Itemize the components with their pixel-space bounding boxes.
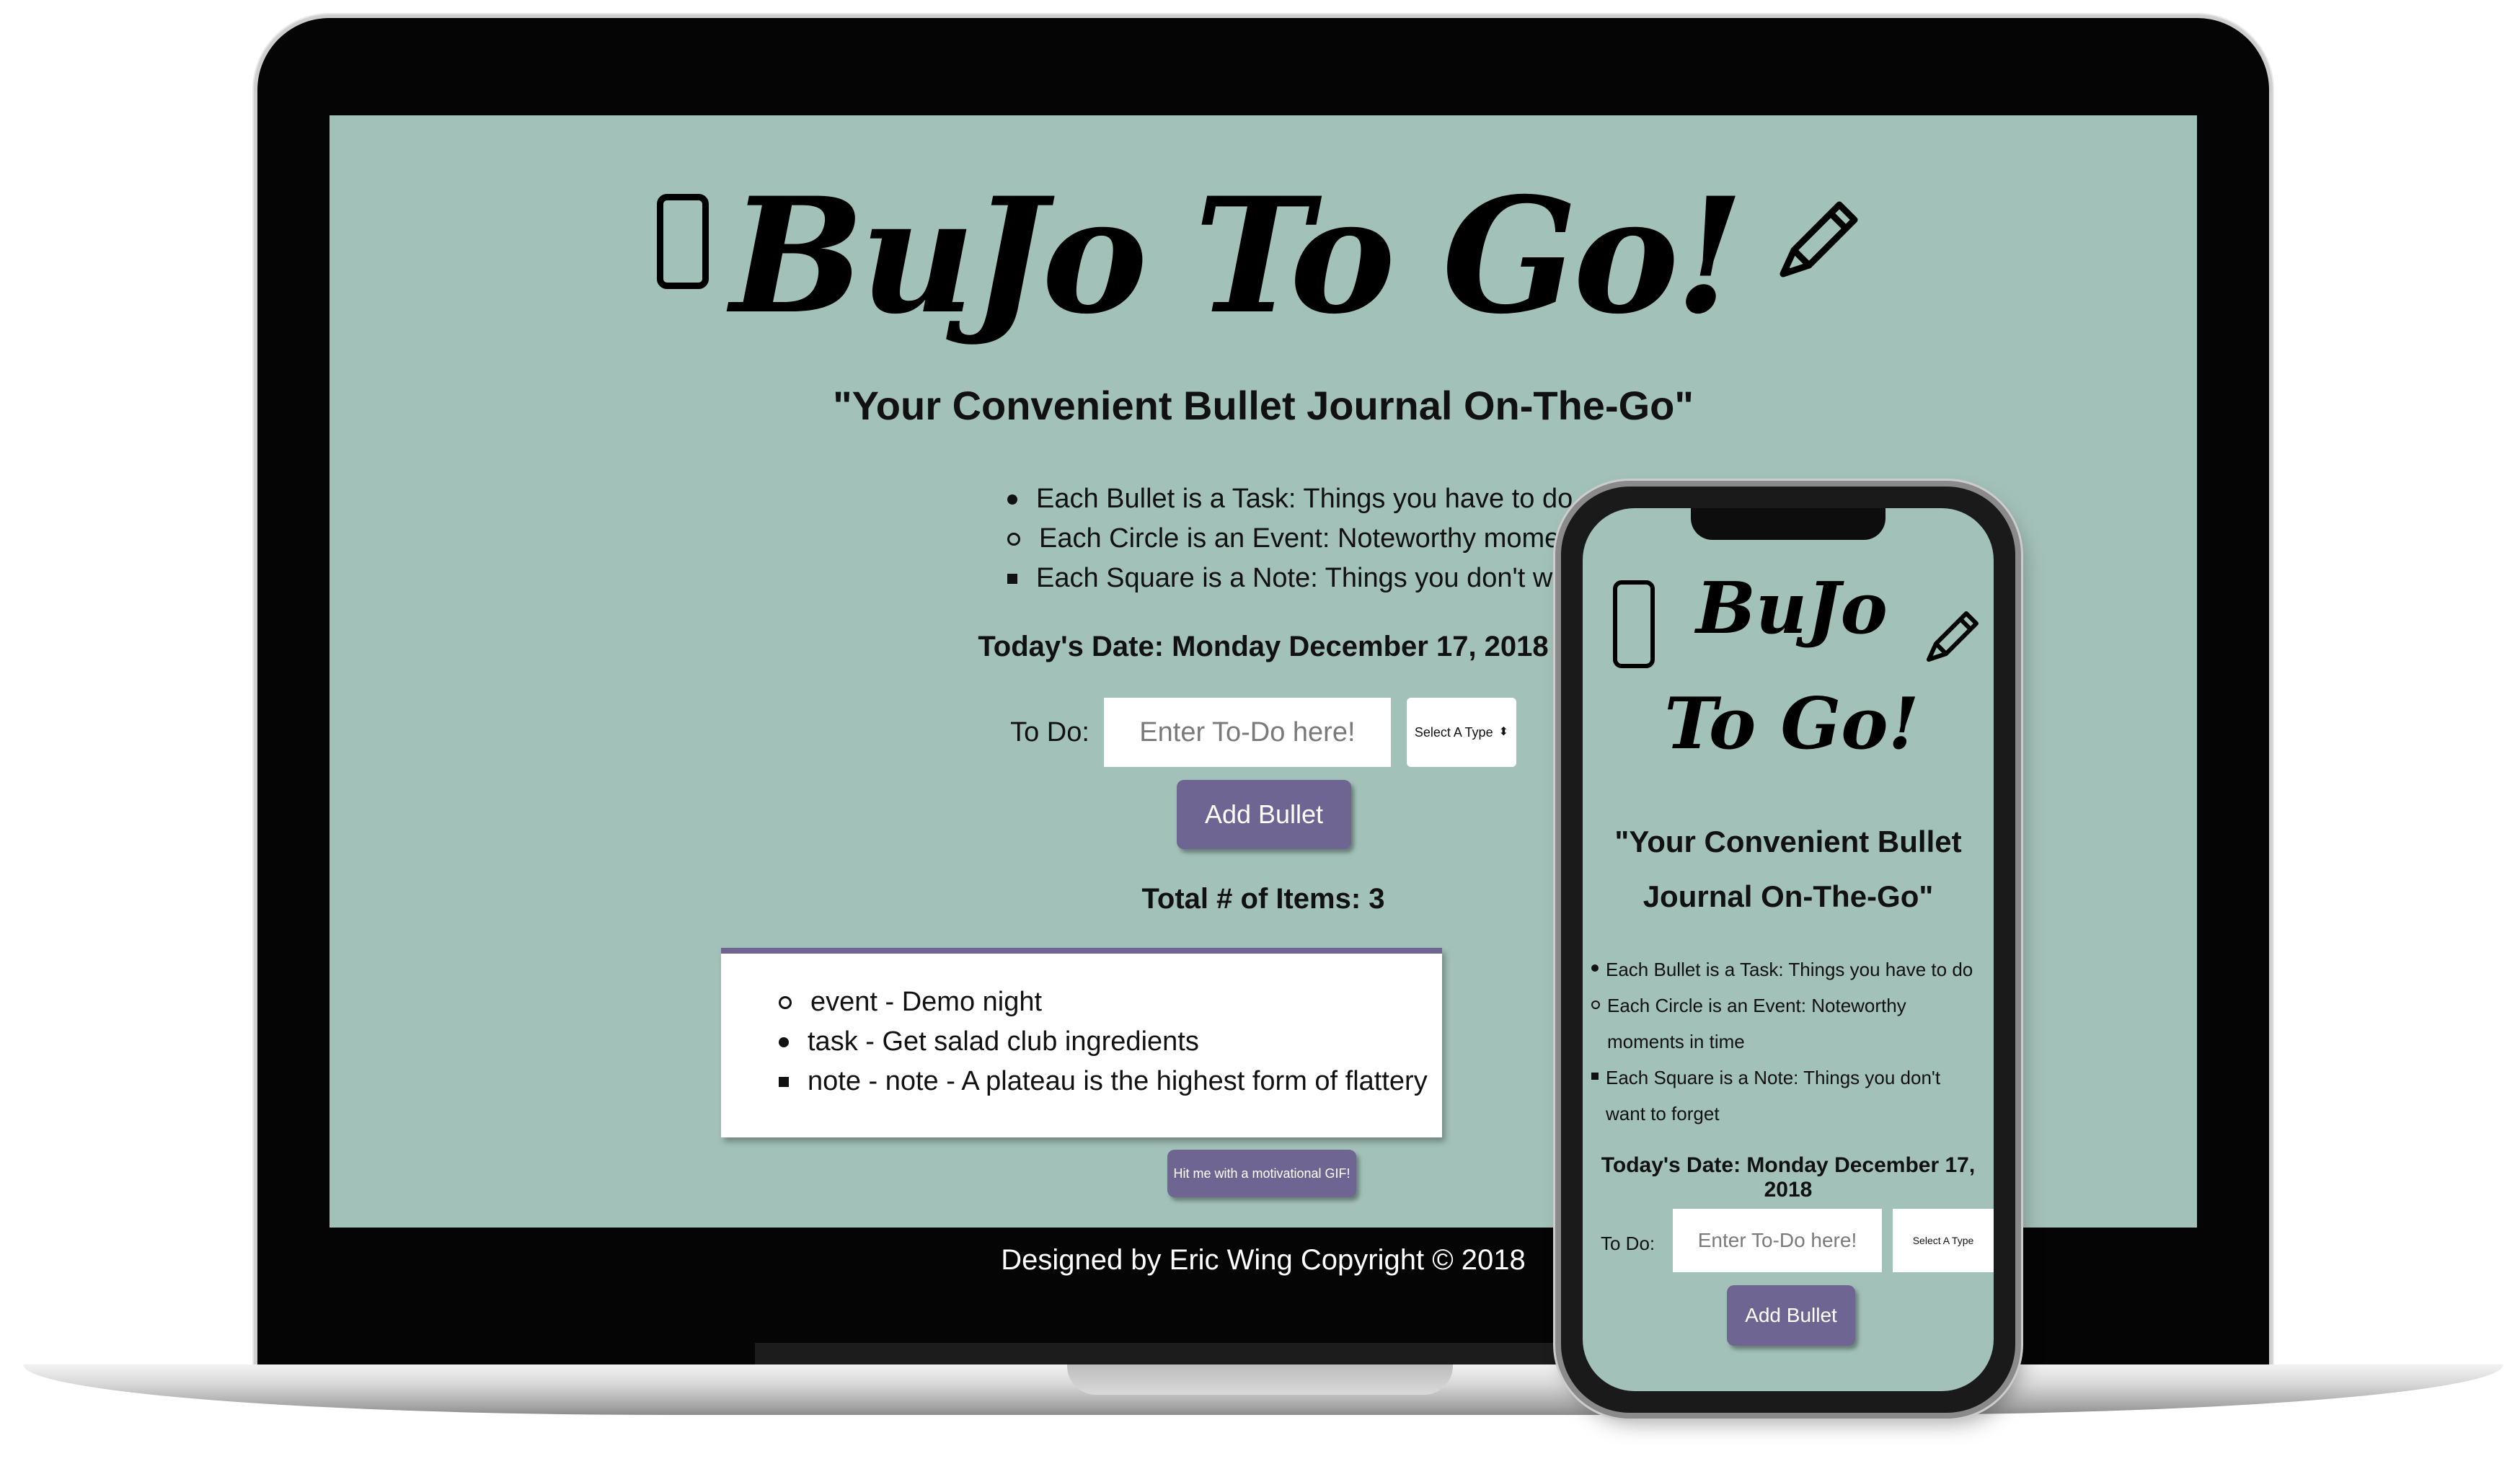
add-bullet-button[interactable]: Add Bullet (1177, 780, 1351, 849)
bullet-square-icon (1007, 573, 1017, 584)
legend-item: Each Circle is an Event: Noteworthy mome… (1591, 988, 1981, 1060)
tagline: "Your Convenient Bullet Journal On-The-G… (1614, 825, 1962, 913)
todo-label: To Do: (1601, 1233, 1655, 1254)
site-title: BuJo To Go! (1664, 567, 1919, 765)
motivational-gif-button[interactable]: Hit me with a motivational GIF! (1167, 1150, 1356, 1197)
phone-screen: BuJo To Go! "Your Convenient Bullet Jour… (1583, 508, 1994, 1391)
laptop-notch (1067, 1364, 1453, 1395)
list-item: task - Get salad club ingredients (779, 1022, 1428, 1062)
legend-item: Each Bullet is a Task: Things you have t… (1591, 951, 1981, 988)
tagline: "Your Convenient Bullet Journal On-The-G… (833, 383, 1694, 428)
mobile-phone-icon (1613, 580, 1655, 668)
bullet-legend: Each Bullet is a Task: Things you have t… (1591, 951, 1981, 1132)
bullet-disc-icon (779, 1037, 789, 1047)
bullet-square-icon (779, 1076, 789, 1087)
todays-date: Today's Date: Monday December 17, 2018 (1601, 1153, 1976, 1202)
todo-input[interactable] (1103, 698, 1391, 767)
items-list: event - Demo night task - Get salad club… (779, 982, 1428, 1101)
site-title: BuJo To Go! (730, 162, 1744, 349)
todo-input[interactable]: Enter To-Do here! (1673, 1209, 1882, 1272)
pencil-icon (1780, 201, 1858, 278)
type-select[interactable]: Select A Type ⬍ (1406, 698, 1516, 767)
list-item: note - note - A plateau is the highest f… (779, 1062, 1428, 1101)
phone-frame: BuJo To Go! "Your Convenient Bullet Jour… (1561, 487, 2015, 1413)
bullet-circle-icon (1591, 1000, 1600, 1009)
mockup-stage: BuJo To Go! "Your Convenient Bullet Jour… (0, 0, 2520, 1469)
bullet-disc-icon (1591, 964, 1599, 972)
type-select[interactable]: Select A Type (1893, 1209, 1994, 1272)
todo-label: To Do: (1010, 716, 1089, 747)
site-header: BuJo To Go! (330, 159, 2197, 353)
legend-item: Each Square is a Note: Things you don't … (1591, 1060, 1981, 1132)
select-arrows-icon: ⬍ (1498, 726, 1508, 738)
mobile-phone-icon (656, 194, 709, 289)
bullet-circle-icon (779, 995, 792, 1009)
phone-notch (1691, 508, 1885, 540)
pencil-icon (1927, 611, 1979, 662)
bullet-circle-icon (1007, 532, 1020, 546)
bullet-disc-icon (1007, 494, 1017, 505)
add-bullet-button[interactable]: Add Bullet (1727, 1285, 1855, 1346)
list-item: event - Demo night (779, 982, 1428, 1022)
bullet-square-icon (1591, 1073, 1599, 1080)
items-card: event - Demo night task - Get salad club… (721, 948, 1442, 1137)
